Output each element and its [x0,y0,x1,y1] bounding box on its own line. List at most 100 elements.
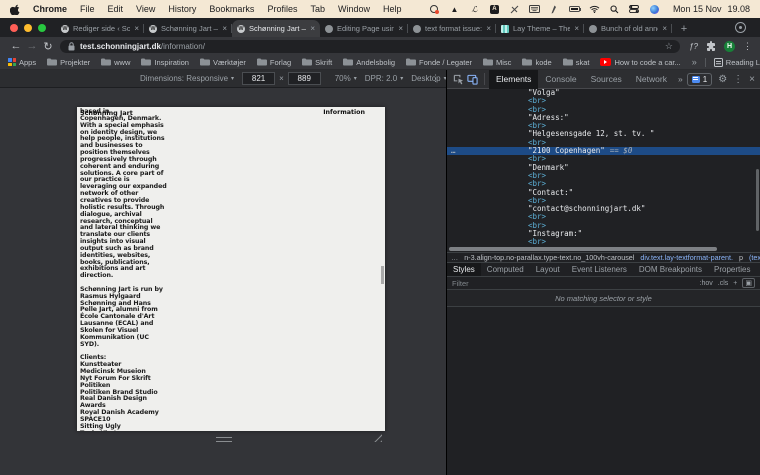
menu-bookmarks[interactable]: Bookmarks [209,4,254,14]
tab-styles[interactable]: Styles [447,263,481,276]
device-toolbar-toggle-icon[interactable] [466,72,478,86]
site-logo[interactable]: Schønning Jart [80,109,133,117]
dom-text-node[interactable]: "contact@schonningjart.dk" [447,205,760,213]
inspect-element-icon[interactable] [452,72,464,86]
tab-schonning-jart-1[interactable]: W Schønning Jart — I × [144,20,232,37]
zoom-window-button[interactable] [38,24,46,32]
bookmark-folder-www[interactable]: www [101,58,130,67]
breadcrumb-section[interactable]: n-3.align-top.no-parallax.type-text.no_1… [464,253,634,262]
dimensions-select[interactable]: Dimensions: Responsive ▾ [140,74,234,83]
menu-edit[interactable]: Edit [108,4,124,14]
tab-sources[interactable]: Sources [584,70,629,89]
bookmark-folder-skat[interactable]: skat [563,58,590,67]
tab-rediger-side[interactable]: W Rediger side ‹ Sch × [56,20,144,37]
devtools-kebab-icon[interactable]: ⋮ [733,74,743,85]
settings-gear-icon[interactable]: ⚙ [718,74,727,85]
close-window-button[interactable] [10,24,18,32]
device-toolbar-kebab-icon[interactable]: ⋮ [431,73,440,84]
menu-profiles[interactable]: Profiles [267,4,297,14]
new-tab-button[interactable]: + [676,21,692,37]
chrome-menu-kebab-icon[interactable]: ⋮ [743,41,752,52]
control-center-icon[interactable] [629,4,640,15]
dom-text-node[interactable]: "Contact:" [447,189,760,197]
bookmark-youtube-video[interactable]: How to code a car... [600,58,680,67]
wifi-icon[interactable] [589,4,600,15]
menu-help[interactable]: Help [383,4,402,14]
omnibox[interactable]: test.schonningjart.dk/information/ ☆ [60,40,680,53]
tab-editing-page[interactable]: Editing Page using × [320,20,408,37]
extension-fn-icon[interactable]: ƒ? [689,42,698,51]
tab-accessibility[interactable]: Accessibility [757,263,760,276]
new-style-rule-button[interactable]: + [733,280,737,287]
viewport-corner-resize-handle[interactable] [374,434,382,442]
battery-icon[interactable] [569,4,580,15]
triangle-icon[interactable]: ▲ [449,4,460,15]
bookmarks-overflow-chevron[interactable]: » [692,57,697,67]
bookmark-folder-andelsbolig[interactable]: Andelsbolig [343,58,395,67]
dom-br-node[interactable]: <br> [447,155,760,163]
tab-event-listeners[interactable]: Event Listeners [566,263,633,276]
bookmark-folder-forlag[interactable]: Forlag [257,58,291,67]
forward-button[interactable]: → [24,40,40,52]
bookmark-folder-inspiration[interactable]: Inspiration [141,58,189,67]
breadcrumb-ellipsis[interactable]: … [451,253,458,262]
back-button[interactable]: ← [8,40,24,52]
siri-icon[interactable] [649,4,660,15]
tab-computed[interactable]: Computed [481,263,530,276]
close-tab-icon[interactable]: × [662,24,667,33]
emulated-page[interactable]: based in Copenhagen, Denmark. With a spe… [77,107,385,431]
nav-information[interactable]: Information [323,109,365,116]
dom-br-node[interactable]: <br> [447,222,760,230]
tab-properties[interactable]: Properties [708,263,756,276]
reading-list-button[interactable]: Reading List [714,58,760,67]
menu-history[interactable]: History [168,4,196,14]
dom-br-node[interactable]: <br> [447,106,760,114]
mute-pen-icon[interactable] [509,4,520,15]
bookmark-star-icon[interactable]: ☆ [665,41,673,52]
tab-elements[interactable]: Elements [489,70,538,89]
search-icon[interactable] [609,4,620,15]
page-scrollbar[interactable] [381,266,384,284]
media-control-icon[interactable] [735,22,746,33]
menu-file[interactable]: File [80,4,95,14]
tab-dom-breakpoints[interactable]: DOM Breakpoints [633,263,708,276]
reload-button[interactable]: ↻ [40,40,56,53]
dom-vertical-scrollbar[interactable] [756,169,759,231]
pen-icon[interactable] [549,4,560,15]
tab-lay-theme[interactable]: Lay Theme – The D × [496,20,584,37]
bookmark-folder-skrift[interactable]: Skrift [302,58,332,67]
menubar-clock[interactable]: Mon 15 Nov 19.08 [673,4,750,14]
class-toggle[interactable]: .cls [718,280,729,287]
close-tab-icon[interactable]: × [222,24,227,33]
profile-avatar[interactable]: H [724,41,735,52]
a-box-icon[interactable]: A [489,4,500,15]
dom-text-node[interactable]: "Helgesensgade 12, st. tv. " [447,130,760,138]
keyboard-icon[interactable] [529,4,540,15]
breadcrumb-div-text[interactable]: div.text.lay-textformat-parent. [640,253,733,262]
breadcrumb-p[interactable]: p [739,253,743,262]
tab-network[interactable]: Network [629,70,674,89]
styles-filter-input[interactable]: Filter [452,279,469,288]
menu-chrome[interactable]: Chrome [33,4,67,14]
issues-counter[interactable]: 1 [687,73,712,86]
extensions-puzzle-icon[interactable] [706,41,716,51]
breadcrumb-text-node[interactable]: (text) [749,253,760,262]
tab-layout[interactable]: Layout [530,263,566,276]
menu-window[interactable]: Window [338,4,370,14]
dom-br-node[interactable]: <br> [447,172,760,180]
bookmark-folder-projekter[interactable]: Projekter [47,58,90,67]
close-devtools-icon[interactable]: × [749,74,755,85]
minimize-window-button[interactable] [24,24,32,32]
bookmark-apps[interactable]: Apps [8,58,36,67]
close-tab-icon[interactable]: × [398,24,403,33]
viewport-height-input[interactable] [288,72,321,85]
tab-bunch-of-old[interactable]: Bunch of old annoy × [584,20,672,37]
bookmark-folder-misc[interactable]: Misc [483,58,511,67]
dom-text-node[interactable]: "Adress:" [447,114,760,122]
tab-console[interactable]: Console [538,70,583,89]
close-tab-icon[interactable]: × [486,24,491,33]
close-tab-icon[interactable]: × [134,24,139,33]
computed-styles-sidebar-icon[interactable]: ▣ [742,278,755,288]
dom-text-node[interactable]: "Instagram:" [447,230,760,238]
lock-icon[interactable] [68,42,75,51]
